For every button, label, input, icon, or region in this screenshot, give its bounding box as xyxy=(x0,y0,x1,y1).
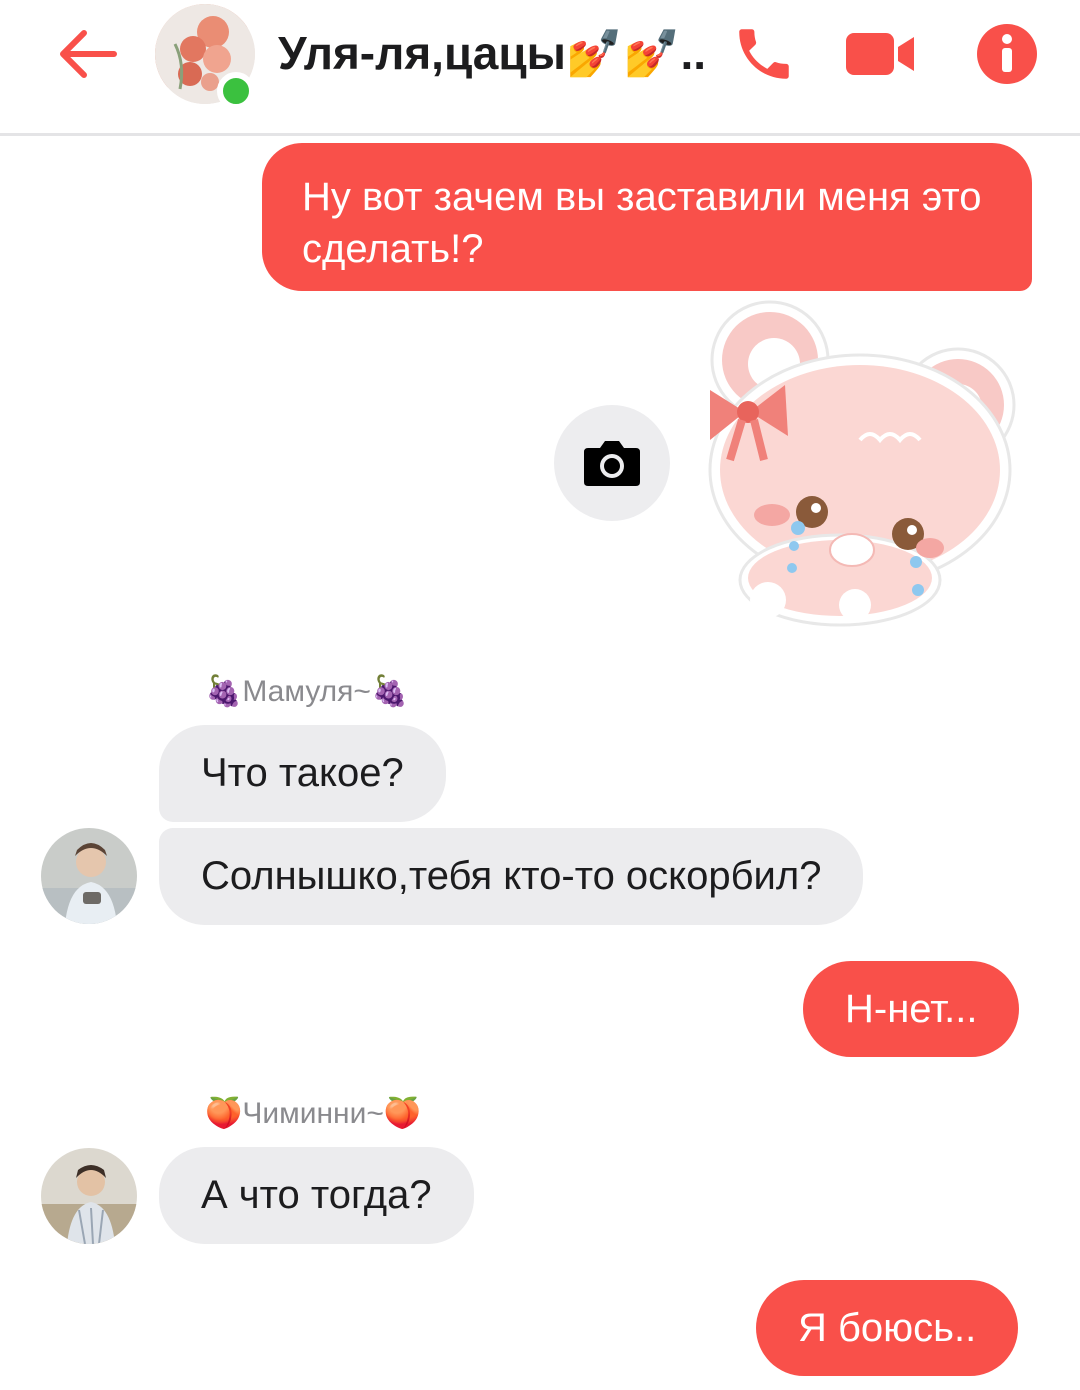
incoming-message[interactable]: Солнышко,тебя кто-то оскорбил? xyxy=(159,828,864,925)
outgoing-message[interactable]: Я боюсь.. xyxy=(756,1280,1019,1376)
message-text: Солнышко,тебя кто-то оскорбил? xyxy=(201,854,822,898)
incoming-message[interactable]: Что такое? xyxy=(159,725,446,822)
avatar-photo xyxy=(41,828,137,924)
video-call-button[interactable] xyxy=(840,18,920,90)
arrow-left-icon xyxy=(60,30,117,78)
sender-name: 🍇Мамуля~🍇 xyxy=(205,675,409,708)
outgoing-message[interactable]: Н-нет... xyxy=(803,961,1020,1057)
message-text: Н-нет... xyxy=(845,987,978,1031)
sender-avatar[interactable] xyxy=(41,828,137,924)
sender-name: 🍑Чиминни~🍑 xyxy=(205,1097,422,1130)
call-button[interactable] xyxy=(728,18,800,90)
crying-pink-bear-sticker[interactable] xyxy=(690,300,1030,630)
avatar-photo xyxy=(41,1148,137,1244)
message-text: Что такое? xyxy=(201,751,404,795)
video-camera-icon xyxy=(846,33,914,75)
info-button[interactable] xyxy=(972,18,1042,90)
sender-avatar[interactable] xyxy=(41,1148,137,1244)
online-status-dot xyxy=(217,72,255,110)
back-button[interactable] xyxy=(52,22,122,86)
message-text: А что тогда? xyxy=(201,1173,432,1217)
chat-title[interactable]: Уля-ля,цацы💅💅... xyxy=(278,26,708,81)
outgoing-message[interactable]: Ну вот зачем вы заставили меня это сдела… xyxy=(262,143,1032,291)
incoming-message[interactable]: А что тогда? xyxy=(159,1147,474,1244)
camera-button[interactable] xyxy=(554,405,670,521)
message-text: Я боюсь.. xyxy=(798,1306,977,1350)
phone-icon xyxy=(739,29,789,79)
message-text: Ну вот зачем вы заставили меня это сдела… xyxy=(302,175,982,271)
chat-header: Уля-ля,цацы💅💅... xyxy=(0,0,1080,136)
info-icon xyxy=(977,24,1037,84)
camera-icon xyxy=(584,441,640,486)
